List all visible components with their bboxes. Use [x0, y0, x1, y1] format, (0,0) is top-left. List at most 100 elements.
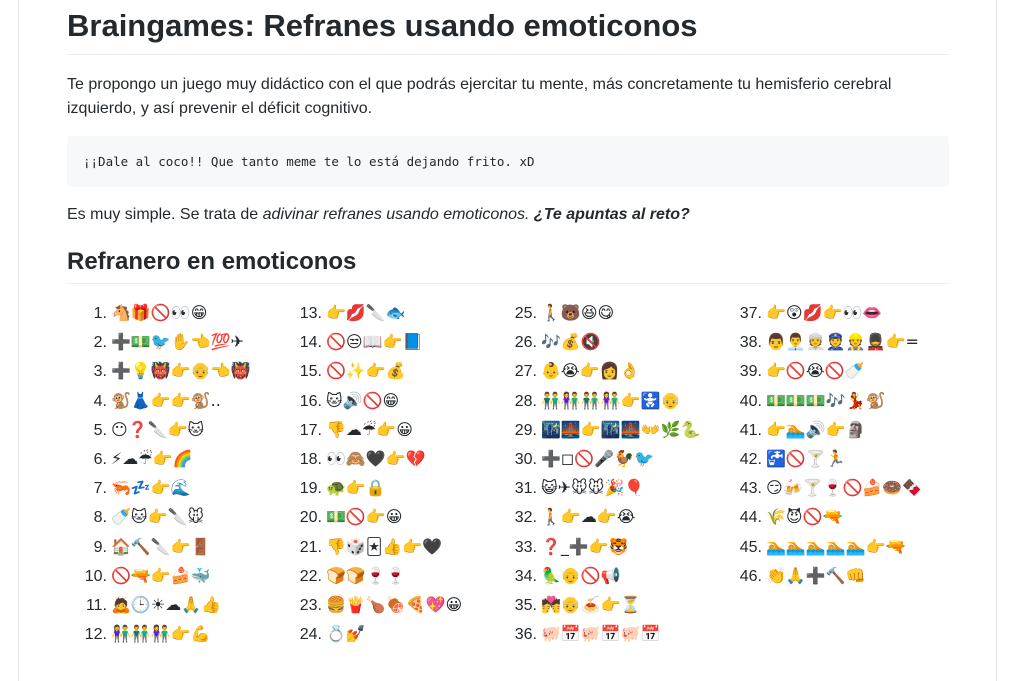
list-item-emojis: 🦐💤👉🌊 — [111, 478, 191, 498]
list-item-emojis: 🚶🐻😆😋 — [541, 303, 615, 322]
list-item: 29. 🌃🌉👉🌃🌉👐🌿🐍 — [497, 415, 701, 444]
list-item-number: 24. — [299, 626, 322, 644]
list-item-emojis: 🙇🕒☀☁🙏👍 — [111, 594, 222, 614]
list-item-number: 41. — [739, 421, 762, 439]
list-item-number: 12. — [84, 626, 107, 644]
list-item-number: 35. — [514, 596, 537, 614]
list-item-emojis: 😺✈🐭🐭🎉🎈 — [541, 478, 645, 498]
list-item-emojis: 💍💅 — [326, 624, 366, 644]
desc-emphasis: adivinar refranes usando emoticonos. — [262, 206, 530, 223]
list-item-number: 43. — [739, 480, 762, 498]
code-quote-block: ¡¡Dale al coco!! Que tanto meme te lo es… — [67, 136, 949, 187]
list-item-emojis: 🎶💰🔇 — [541, 332, 601, 352]
list-item: 17. 👎☁☔👉😀 — [282, 415, 462, 444]
list-item: 3. ➕💡👹👉👴👈👹 — [67, 356, 251, 385]
list-item: 11. 🙇🕒☀☁🙏👍 — [67, 590, 250, 619]
list-item-emojis: 🚫✨👉💰 — [326, 361, 406, 381]
list-item-number: 26. — [514, 334, 537, 352]
refranes-column-1: 1. 🐴🎁🚫👀😁 2. ➕💵🐦✋👈💯✈ 3. ➕💡👹👉👴👈👹 4. 🐒👗👉👉🐒.. 5. 😶❓🔪👉… — [67, 298, 251, 648]
list-item-emojis: 🏠🔨🔪👉🚪 — [111, 536, 211, 556]
list-item: 20. 💵🚫👉😀 — [282, 502, 462, 531]
list-item-number: 15. — [299, 363, 322, 381]
list-item-emojis: 🐱🔊🚫😁 — [326, 390, 400, 410]
list-item-number: 29. — [514, 421, 537, 439]
list-item: 42. 🚰🚫🍸🏃 — [722, 444, 922, 473]
list-item-emojis: 👉💋🔪🐟 — [326, 303, 406, 322]
page-title: Braingames: Refranes usando emoticonos — [67, 0, 949, 55]
list-item-emojis: 👎☁☔👉😀 — [326, 419, 413, 439]
list-item: 27. 👶😭👉👩👌 — [497, 356, 700, 385]
list-item: 40. 💵💵💵🎶💃🐒 — [722, 386, 922, 415]
list-item-number: 25. — [514, 305, 537, 322]
list-item-number: 6. — [93, 450, 107, 468]
list-item: 14. 🚫😒📖👉📘 — [282, 327, 462, 356]
list-item: 15. 🚫✨👉💰 — [282, 356, 462, 385]
list-item: 9. 🏠🔨🔪👉🚪 — [67, 532, 250, 561]
list-item: 21. 👎🎲🃏👍👉🖤 — [282, 532, 462, 561]
list-item-number: 27. — [514, 363, 537, 381]
section-title: Refranero en emoticonos — [67, 247, 949, 284]
article-content: Braingames: Refranes usando emoticonos T… — [67, 0, 949, 644]
list-item-number: 34. — [514, 567, 537, 585]
list-item: 12. 👫👬👫👉💪 — [67, 619, 250, 648]
list-item-number: 22. — [299, 567, 322, 585]
list-item: 34. 🦜👴🚫📢 — [497, 561, 700, 590]
list-item: 41. 👉🏊🔊👉🗿 — [722, 415, 922, 444]
refranes-column-3: 25. 🚶🐻😆😋 26. 🎶💰🔇 27. 👶😭👉👩👌 28. 👬👫👬👫👉🚼👴 29. 🌃🌉👉🌃🌉👐… — [497, 298, 701, 648]
list-item-number: 3. — [93, 363, 107, 381]
list-item-emojis: 🍔🍟🍗🍖🍕💖😀 — [326, 594, 463, 614]
list-item-number: 7. — [93, 480, 107, 498]
list-item: 26. 🎶💰🔇 — [497, 327, 700, 356]
list-item: 28. 👬👫👬👫👉🚼👴 — [497, 386, 700, 415]
page-border-right — [996, 0, 997, 681]
list-item-number: 44. — [739, 509, 762, 527]
list-item: 22. 🍞🍞🍷🍷 — [282, 561, 462, 590]
description-paragraph: Es muy simple. Se trata de adivinar refr… — [67, 203, 949, 227]
list-item-number: 18. — [299, 450, 322, 468]
list-item-number: 28. — [514, 392, 537, 410]
list-item-emojis: ➕💵🐦✋👈💯✈ — [111, 332, 244, 352]
list-item: 16. 🐱🔊🚫😁 — [282, 386, 462, 415]
list-item-number: 19. — [299, 480, 322, 498]
list-item-number: 1. — [93, 305, 107, 322]
list-item: 39. 👉🚫😭🚫🍼 — [722, 356, 922, 385]
list-item: 7. 🦐💤👉🌊 — [67, 473, 250, 502]
list-item-emojis: 🐖📅🐖📅🐖📅 — [541, 624, 661, 644]
list-item-emojis: 🍞🍞🍷🍷 — [326, 565, 406, 585]
list-item: 4. 🐒👗👉👉🐒.. — [67, 386, 250, 415]
list-item-emojis: 🚶👉☁👉😭 — [541, 507, 636, 527]
list-item-number: 5. — [93, 421, 107, 439]
list-item-emojis: 👬👫👬👫👉🚼👴 — [541, 390, 681, 410]
list-item: 38. 👨👨‍💼👳👮👷💂👉= — [722, 327, 922, 356]
desc-prefix: Es muy simple. Se trata de — [67, 206, 263, 223]
list-item-number: 38. — [739, 334, 762, 352]
list-item-number: 21. — [299, 538, 322, 556]
list-item-number: 42. — [739, 450, 762, 468]
list-item-emojis: 🚫🔫👉🍰🐳 — [111, 565, 211, 585]
list-item: 24. 💍💅 — [282, 619, 462, 648]
list-item-emojis: 🐒👗👉👉🐒.. — [111, 390, 221, 410]
list-item-emojis: 🚫😒📖👉📘 — [326, 332, 423, 352]
list-item: 1. 🐴🎁🚫👀😁 — [67, 298, 250, 327]
list-item: 5. 😶❓🔪👉🐱 — [67, 415, 250, 444]
list-item-number: 20. — [299, 509, 322, 527]
list-item-emojis: 💵🚫👉😀 — [326, 507, 403, 527]
list-item-emojis: 👉🚫😭🚫🍼 — [766, 361, 865, 381]
list-item: 8. 🍼🐱👉🔪🐭 — [67, 502, 250, 531]
list-item-number: 16. — [299, 392, 322, 410]
refranes-list: 1. 🐴🎁🚫👀😁 2. ➕💵🐦✋👈💯✈ 3. ➕💡👹👉👴👈👹 4. 🐒👗👉👉🐒.. 5. 😶❓🔪👉… — [67, 284, 949, 644]
list-item: 2. ➕💵🐦✋👈💯✈ — [67, 327, 250, 356]
list-item-number: 10. — [84, 567, 107, 585]
intro-paragraph: Te propongo un juego muy didáctico con e… — [67, 76, 892, 117]
list-item: 25. 🚶🐻😆😋 — [497, 298, 700, 327]
list-item-emojis: 👉🏊🔊👉🗿 — [766, 419, 866, 439]
list-item: 13. 👉💋🔪🐟 — [282, 298, 462, 327]
list-item-emojis: 🐴🎁🚫👀😁 — [111, 303, 208, 322]
list-item-number: 14. — [299, 334, 322, 352]
list-item-emojis: 🏊🏊🏊🏊🏊👉🔫 — [766, 536, 906, 556]
list-item: 10. 🚫🔫👉🍰🐳 — [67, 561, 250, 590]
list-item-emojis: 👎🎲🃏👍👉🖤 — [326, 536, 442, 556]
list-item: 18. 👀🙈🖤👉💔 — [282, 444, 462, 473]
list-item-emojis: 😏🍻🍸🍷🚫🍰🍩🍫 — [766, 478, 923, 498]
list-item-emojis: 👫👬👫👉💪 — [111, 624, 211, 644]
